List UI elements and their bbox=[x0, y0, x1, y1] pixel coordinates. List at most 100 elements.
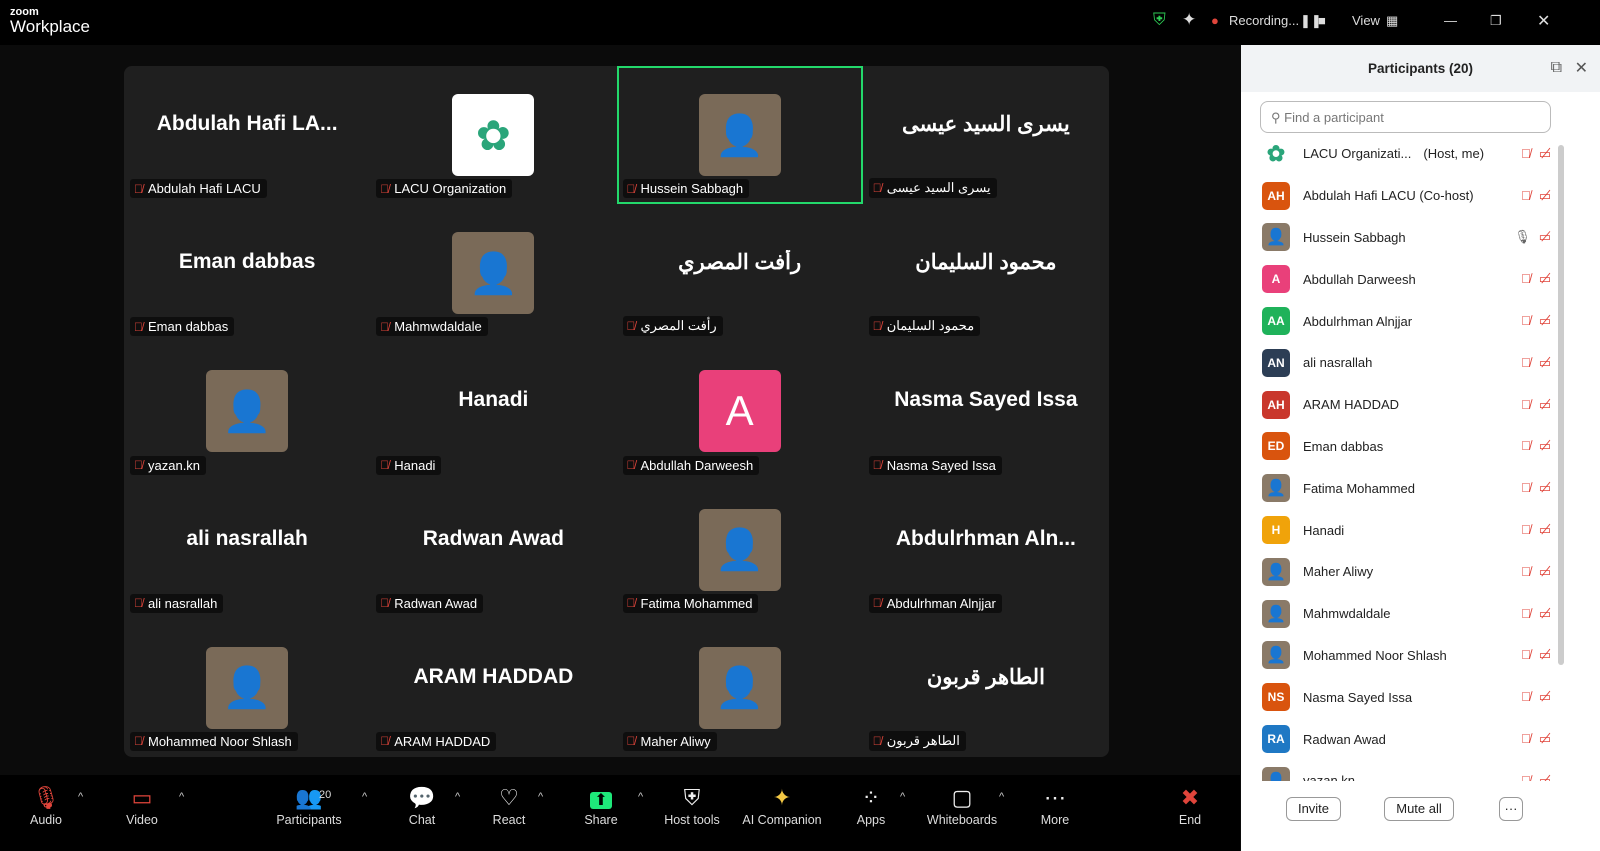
video-tile[interactable]: 👤 🎙̸ Mahmwdaldale bbox=[370, 204, 616, 342]
view-button[interactable]: View bbox=[1352, 13, 1380, 28]
video-tile[interactable]: 👤 🎙̸ Mohammed Noor Shlash bbox=[124, 619, 370, 757]
video-button[interactable]: ▭ Video bbox=[102, 783, 182, 827]
chat-button[interactable]: 💬 Chat bbox=[382, 783, 462, 827]
video-tile[interactable]: Nasma Sayed Issa 🎙̸ Nasma Sayed Issa bbox=[863, 342, 1109, 480]
video-tile[interactable]: Eman dabbas 🎙̸ Eman dabbas bbox=[124, 204, 370, 342]
audio-button[interactable]: 🎙 Audio bbox=[6, 783, 86, 827]
mic-off-icon[interactable]: 🎙̸ bbox=[1521, 438, 1539, 453]
close-panel-icon[interactable]: ✕ bbox=[1575, 58, 1588, 78]
video-off-icon[interactable]: ▭̸ bbox=[1539, 564, 1559, 579]
participant-row[interactable]: AN ali nasrallah 🎙̸▭̸ bbox=[1241, 342, 1559, 384]
video-off-icon[interactable]: ▭̸ bbox=[1539, 438, 1559, 453]
sparkle-icon[interactable]: ✦ bbox=[1182, 10, 1196, 30]
whiteboards-button[interactable]: ▢ Whiteboards bbox=[922, 783, 1002, 827]
video-tile[interactable]: محمود السليمان 🎙̸ محمود السليمان bbox=[863, 204, 1109, 342]
participant-row[interactable]: AA Abdulrhman Alnjjar 🎙̸▭̸ bbox=[1241, 300, 1559, 342]
mic-off-icon[interactable]: 🎙̸ bbox=[1521, 188, 1539, 203]
participant-row[interactable]: 👤 Maher Aliwy 🎙̸▭̸ bbox=[1241, 551, 1559, 593]
participant-row[interactable]: 👤 Hussein Sabbagh 🎙▭̸ bbox=[1241, 217, 1559, 259]
video-tile[interactable]: A 🎙̸ Abdullah Darweesh bbox=[617, 342, 863, 480]
stop-recording-button[interactable]: ■ bbox=[1318, 13, 1326, 28]
participant-row[interactable]: A Abdullah Darweesh 🎙̸▭̸ bbox=[1241, 258, 1559, 300]
video-off-icon[interactable]: ▭̸ bbox=[1539, 271, 1559, 286]
participant-row[interactable]: AH ARAM HADDAD 🎙̸▭̸ bbox=[1241, 384, 1559, 426]
mute-all-button[interactable]: Mute all bbox=[1384, 797, 1454, 821]
video-tile[interactable]: يسرى السيد عيسى 🎙̸ يسرى السيد عيسى bbox=[863, 66, 1109, 204]
video-off-icon[interactable]: ▭̸ bbox=[1539, 480, 1559, 495]
participant-row[interactable]: NS Nasma Sayed Issa 🎙̸▭̸ bbox=[1241, 676, 1559, 718]
video-off-icon[interactable]: ▭̸ bbox=[1539, 229, 1559, 244]
caret-up-icon[interactable]: ^ bbox=[999, 791, 1004, 803]
end-button[interactable]: ✖ End bbox=[1150, 783, 1230, 827]
video-tile[interactable]: Abdulrhman Aln... 🎙̸ Abdulrhman Alnjjar bbox=[863, 481, 1109, 619]
caret-up-icon[interactable]: ^ bbox=[179, 791, 184, 803]
apps-button[interactable]: ⁘ Apps bbox=[831, 783, 911, 827]
invite-button[interactable]: Invite bbox=[1286, 797, 1341, 821]
participant-row[interactable]: 👤 yazan.kn 🎙̸▭̸ bbox=[1241, 760, 1559, 781]
mic-off-icon[interactable]: 🎙̸ bbox=[1521, 355, 1539, 370]
mic-off-icon[interactable]: 🎙̸ bbox=[1521, 689, 1539, 704]
mic-off-icon[interactable]: 🎙̸ bbox=[1521, 606, 1539, 621]
video-off-icon[interactable]: ▭̸ bbox=[1539, 146, 1559, 161]
participants-button[interactable]: 👥 20 Participants bbox=[269, 783, 349, 827]
video-tile[interactable]: Radwan Awad 🎙̸ Radwan Awad bbox=[370, 481, 616, 619]
video-tile[interactable]: ✿ 🎙̸ LACU Organization bbox=[370, 66, 616, 204]
video-off-icon[interactable]: ▭̸ bbox=[1539, 689, 1559, 704]
video-off-icon[interactable]: ▭̸ bbox=[1539, 606, 1559, 621]
video-off-icon[interactable]: ▭̸ bbox=[1539, 522, 1559, 537]
video-off-icon[interactable]: ▭̸ bbox=[1539, 773, 1559, 781]
mic-off-icon[interactable]: 🎙̸ bbox=[1521, 271, 1539, 286]
participant-row[interactable]: H Hanadi 🎙̸▭̸ bbox=[1241, 509, 1559, 551]
caret-up-icon[interactable]: ^ bbox=[538, 791, 543, 803]
video-off-icon[interactable]: ▭̸ bbox=[1539, 188, 1559, 203]
video-tile[interactable]: 👤 🎙̸ Maher Aliwy bbox=[617, 619, 863, 757]
close-button[interactable]: ✕ bbox=[1537, 11, 1550, 31]
grid-icon[interactable]: ▦ bbox=[1386, 13, 1398, 29]
caret-up-icon[interactable]: ^ bbox=[900, 791, 905, 803]
mic-off-icon[interactable]: 🎙̸ bbox=[1521, 397, 1539, 412]
video-tile[interactable]: 👤 🎙̸ Hussein Sabbagh bbox=[616, 66, 863, 205]
video-off-icon[interactable]: ▭̸ bbox=[1539, 397, 1559, 412]
participant-row[interactable]: RA Radwan Awad 🎙̸▭̸ bbox=[1241, 718, 1559, 760]
video-tile[interactable]: 👤 🎙̸ yazan.kn bbox=[124, 342, 370, 480]
video-tile[interactable]: 👤 🎙̸ Fatima Mohammed bbox=[617, 481, 863, 619]
caret-up-icon[interactable]: ^ bbox=[638, 791, 643, 803]
search-input[interactable]: ⚲ Find a participant bbox=[1260, 101, 1551, 133]
mic-off-icon[interactable]: 🎙̸ bbox=[1521, 773, 1539, 781]
mic-off-icon[interactable]: 🎙̸ bbox=[1521, 146, 1539, 161]
video-off-icon[interactable]: ▭̸ bbox=[1539, 647, 1559, 662]
video-tile[interactable]: الطاهر قربون 🎙̸ الطاهر قربون bbox=[863, 619, 1109, 757]
ai-companion-button[interactable]: ✦ AI Companion bbox=[742, 783, 822, 827]
participant-row[interactable]: ✿ LACU Organizati... (Host, me) 🎙̸▭̸ bbox=[1241, 133, 1559, 175]
mic-icon[interactable]: 🎙 bbox=[1514, 229, 1539, 244]
video-tile[interactable]: رأفت المصري 🎙̸ رأفت المصري bbox=[617, 204, 863, 342]
caret-up-icon[interactable]: ^ bbox=[78, 791, 83, 803]
participant-row[interactable]: 👤 Fatima Mohammed 🎙̸▭̸ bbox=[1241, 467, 1559, 509]
more-options-button[interactable]: ··· bbox=[1499, 797, 1523, 821]
mic-off-icon[interactable]: 🎙̸ bbox=[1521, 522, 1539, 537]
more-button[interactable]: ⋯ More bbox=[1015, 783, 1095, 827]
caret-up-icon[interactable]: ^ bbox=[455, 791, 460, 803]
participant-row[interactable]: AH Abdulah Hafi LACU (Co-host) 🎙̸▭̸ bbox=[1241, 175, 1559, 217]
minimize-button[interactable]: — bbox=[1444, 13, 1457, 28]
participant-row[interactable]: 👤 Mohammed Noor Shlash 🎙̸▭̸ bbox=[1241, 635, 1559, 677]
video-off-icon[interactable]: ▭̸ bbox=[1539, 355, 1559, 370]
participant-row[interactable]: 👤 Mahmwdaldale 🎙̸▭̸ bbox=[1241, 593, 1559, 635]
mic-off-icon[interactable]: 🎙̸ bbox=[1521, 313, 1539, 328]
restore-button[interactable]: ❐ bbox=[1490, 13, 1502, 29]
mic-off-icon[interactable]: 🎙̸ bbox=[1521, 731, 1539, 746]
caret-up-icon[interactable]: ^ bbox=[362, 791, 367, 803]
mic-off-icon[interactable]: 🎙̸ bbox=[1521, 480, 1539, 495]
scrollbar[interactable] bbox=[1558, 145, 1564, 665]
mic-off-icon[interactable]: 🎙̸ bbox=[1521, 564, 1539, 579]
react-button[interactable]: ♡ React bbox=[469, 783, 549, 827]
video-tile[interactable]: ARAM HADDAD 🎙̸ ARAM HADDAD bbox=[370, 619, 616, 757]
share-button[interactable]: ⬆ Share bbox=[561, 783, 641, 827]
video-off-icon[interactable]: ▭̸ bbox=[1539, 731, 1559, 746]
video-off-icon[interactable]: ▭̸ bbox=[1539, 313, 1559, 328]
popout-icon[interactable]: ⧉ bbox=[1551, 59, 1562, 77]
mic-off-icon[interactable]: 🎙̸ bbox=[1521, 647, 1539, 662]
host-tools-button[interactable]: ⛨ Host tools bbox=[652, 783, 732, 827]
participant-row[interactable]: ED Eman dabbas 🎙̸▭̸ bbox=[1241, 426, 1559, 468]
video-tile[interactable]: ali nasrallah 🎙̸ ali nasrallah bbox=[124, 481, 370, 619]
